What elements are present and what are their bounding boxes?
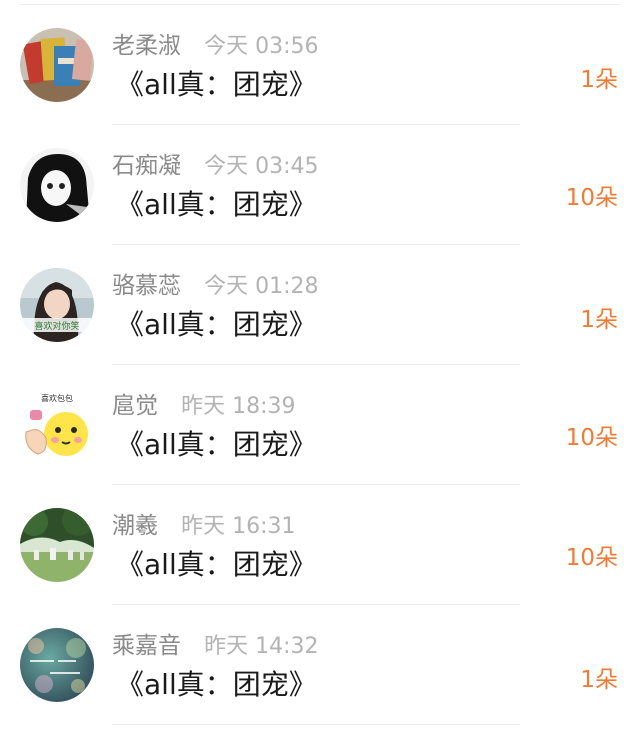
avatar-caption: 喜欢包包 (41, 393, 73, 403)
record-meta: 潮羲 昨天 16:31 (112, 509, 296, 543)
flower-count: 1朵 (580, 67, 618, 93)
list-item[interactable]: 喜欢包包 扈觉 昨天 18:39 《all真：团宠》 10朵 (0, 365, 640, 485)
timestamp: 今天 01:28 (204, 274, 319, 299)
record-meta: 骆慕蕊 今天 01:28 (112, 269, 319, 303)
sender-name[interactable]: 石痴凝 (112, 153, 181, 179)
record-meta: 石痴凝 今天 03:45 (112, 149, 319, 183)
list-item[interactable]: 乘嘉音 昨天 14:32 《all真：团宠》 1朵 (0, 605, 640, 725)
list-item[interactable]: 老柔淑 今天 03:56 《all真：团宠》 1朵 (0, 5, 640, 125)
record-meta: 扈觉 昨天 18:39 (112, 389, 296, 423)
flower-count: 10朵 (565, 425, 618, 451)
sender-name[interactable]: 乘嘉音 (112, 633, 181, 659)
sender-name[interactable]: 骆慕蕊 (112, 273, 181, 299)
book-title[interactable]: 《all真：团宠》 (116, 185, 317, 225)
timestamp: 今天 03:56 (204, 34, 319, 59)
list-item[interactable]: 潮羲 昨天 16:31 《all真：团宠》 10朵 (0, 485, 640, 605)
notebooks-avatar[interactable] (20, 28, 94, 102)
timestamp: 今天 03:45 (204, 154, 319, 179)
list-item[interactable]: 喜欢对你笑 骆慕蕊 今天 01:28 《all真：团宠》 1朵 (0, 245, 640, 365)
row-divider (112, 724, 520, 725)
park-scene-avatar[interactable] (20, 508, 94, 582)
bokeh-text-avatar[interactable] (20, 628, 94, 702)
book-title[interactable]: 《all真：团宠》 (116, 545, 317, 585)
flower-count: 1朵 (580, 307, 618, 333)
list-item[interactable]: 石痴凝 今天 03:45 《all真：团宠》 10朵 (0, 125, 640, 245)
sender-name[interactable]: 扈觉 (112, 393, 158, 419)
timestamp: 昨天 16:31 (181, 514, 296, 539)
book-title[interactable]: 《all真：团宠》 (116, 65, 317, 105)
timestamp: 昨天 14:32 (204, 634, 319, 659)
sender-name[interactable]: 潮羲 (112, 513, 158, 539)
flower-count: 10朵 (565, 545, 618, 571)
sender-name[interactable]: 老柔淑 (112, 33, 181, 59)
photo-girl-avatar[interactable]: 喜欢对你笑 (20, 268, 94, 342)
book-title[interactable]: 《all真：团宠》 (116, 425, 317, 465)
flower-count: 10朵 (565, 185, 618, 211)
flower-count: 1朵 (580, 667, 618, 693)
avatar-caption: 喜欢对你笑 (34, 320, 79, 332)
gift-record-list: 老柔淑 今天 03:56 《all真：团宠》 1朵 石痴凝 今天 03:45 《… (0, 5, 640, 725)
emoji-face-avatar[interactable]: 喜欢包包 (20, 388, 94, 462)
timestamp: 昨天 18:39 (181, 394, 296, 419)
book-title[interactable]: 《all真：团宠》 (116, 305, 317, 345)
book-title[interactable]: 《all真：团宠》 (116, 665, 317, 705)
record-meta: 老柔淑 今天 03:56 (112, 29, 319, 63)
anime-girl-avatar[interactable] (20, 148, 94, 222)
record-meta: 乘嘉音 昨天 14:32 (112, 629, 319, 663)
